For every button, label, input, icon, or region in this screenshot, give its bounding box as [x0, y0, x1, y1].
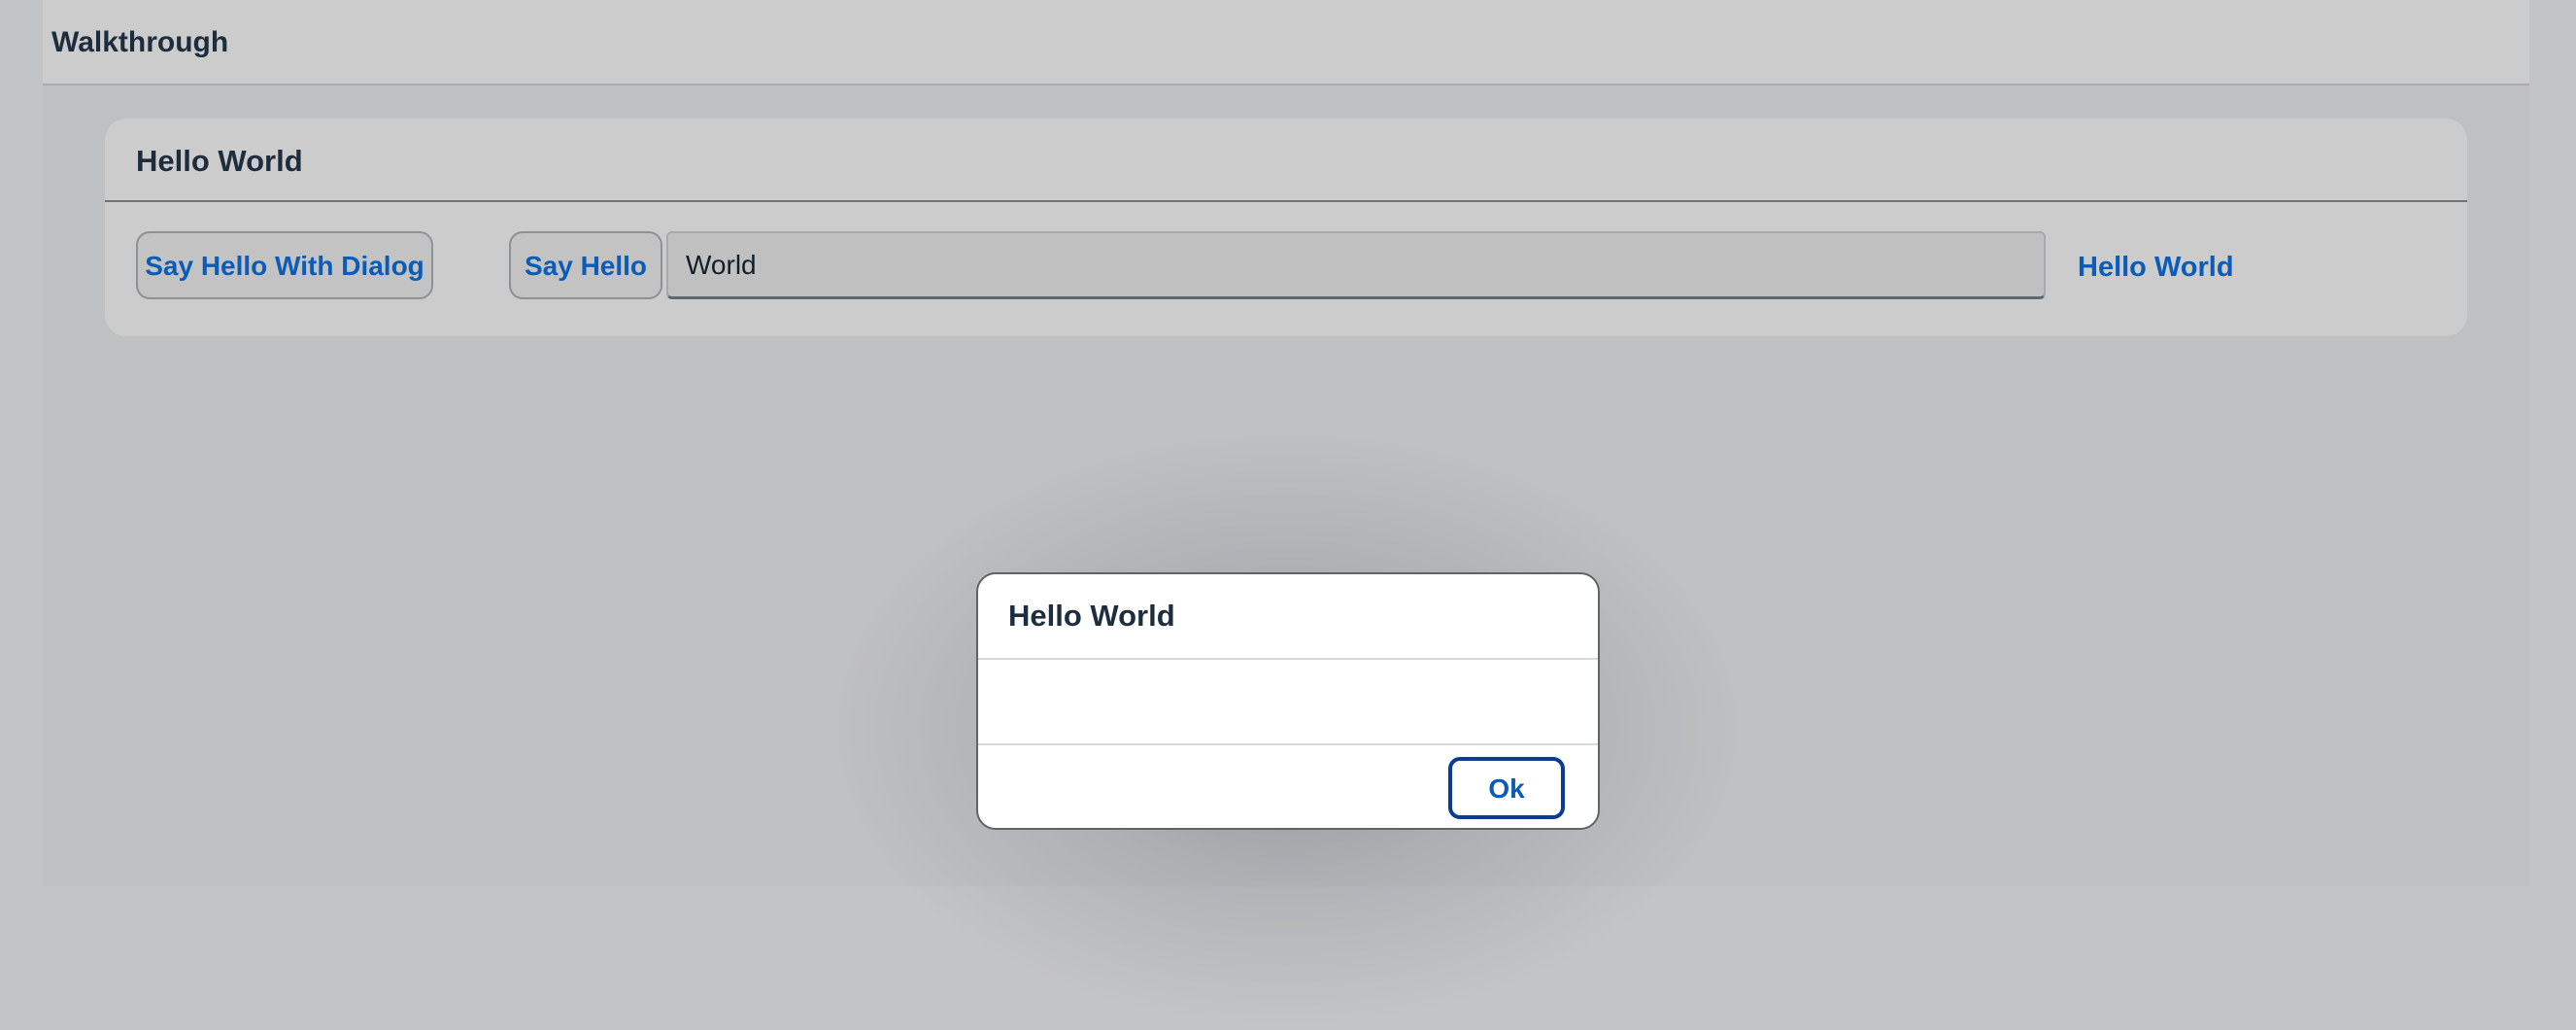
say-hello-with-dialog-button[interactable]: Say Hello With Dialog: [136, 231, 433, 299]
panel-header: Hello World: [105, 119, 2467, 202]
dialog-footer: Ok: [978, 745, 1598, 828]
dialog-title: Hello World: [1008, 599, 1175, 633]
page-header: Walkthrough: [43, 0, 2529, 86]
dialog-content: [978, 660, 1598, 745]
hello-output-text: Hello World: [2078, 252, 2234, 283]
name-input-wrapper: [666, 231, 2046, 299]
hello-panel: Hello World Say Hello With Dialog Say He…: [105, 119, 2467, 336]
say-hello-button[interactable]: Say Hello: [509, 231, 662, 299]
name-input[interactable]: [668, 233, 2044, 296]
panel-title: Hello World: [136, 144, 303, 178]
hello-dialog: Hello World Ok: [976, 572, 1600, 830]
page-title: Walkthrough: [51, 26, 229, 58]
dialog-header: Hello World: [978, 574, 1598, 660]
ok-button[interactable]: Ok: [1448, 757, 1565, 819]
